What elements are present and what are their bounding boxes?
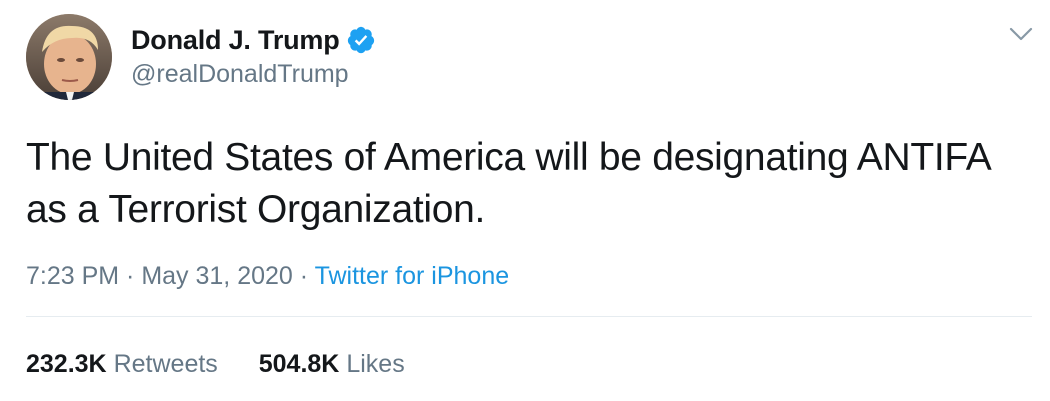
tweet-source-link[interactable]: Twitter for iPhone [315, 262, 510, 290]
tweet-text: The United States of America will be des… [26, 136, 990, 231]
avatar[interactable] [26, 14, 112, 100]
verified-badge-icon [346, 25, 376, 55]
chevron-down-icon[interactable] [1006, 22, 1036, 46]
meta-separator: · [292, 262, 315, 290]
tweet-card: Donald J. Trump @realDonaldTrump The Uni… [0, 0, 1050, 401]
likes-stat[interactable]: 504.8K Likes [259, 350, 405, 379]
tweet-time[interactable]: 7:23 PM [26, 262, 119, 290]
author-handle[interactable]: @realDonaldTrump [131, 60, 349, 89]
likes-count: 504.8K [258, 350, 340, 378]
tweet-date[interactable]: May 31, 2020 [141, 262, 293, 290]
tweet-stats: 232.3K Retweets 504.8K Likes [26, 350, 405, 379]
tweet-meta: 7:23 PM · May 31, 2020 · Twitter for iPh… [26, 262, 509, 291]
meta-separator: · [119, 262, 142, 290]
retweets-count: 232.3K [26, 350, 107, 378]
author-name-row[interactable]: Donald J. Trump [131, 22, 376, 58]
display-name[interactable]: Donald J. Trump [131, 25, 340, 56]
retweets-label: Retweets [113, 350, 218, 378]
likes-label: Likes [346, 350, 405, 378]
retweets-stat[interactable]: 232.3K Retweets [26, 350, 218, 379]
profile-avatar-image [26, 14, 112, 100]
divider [26, 316, 1032, 317]
